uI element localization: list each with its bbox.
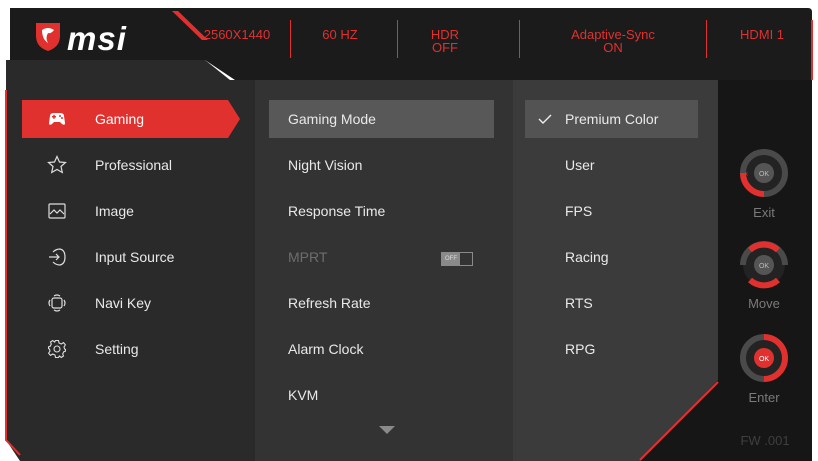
gamepad-icon xyxy=(49,113,65,125)
menu-item-navi-key[interactable]: Navi Key xyxy=(0,284,240,322)
ok-label: OK xyxy=(759,263,769,270)
menu-label: Gaming xyxy=(95,111,145,127)
mprt-toggle: OFF xyxy=(441,252,473,266)
header-divider xyxy=(290,20,291,58)
gaming-item-kvm[interactable]: KVM xyxy=(269,376,494,414)
mode-item-racing[interactable]: Racing xyxy=(525,238,698,276)
scroll-down-arrow-icon[interactable] xyxy=(378,425,396,435)
firmware-version: FW .001 xyxy=(740,433,790,448)
exit-joystick-icon: OK « xyxy=(740,149,788,197)
gaming-item-label: KVM xyxy=(288,387,319,403)
menu-item-gaming[interactable]: Gaming xyxy=(0,100,240,138)
menu-label: Input Source xyxy=(95,249,175,265)
mode-item-label: RPG xyxy=(565,341,596,357)
gaming-item-mprt: MPRT OFF xyxy=(269,238,494,276)
mprt-toggle-state: OFF xyxy=(442,253,460,265)
gear-icon xyxy=(47,339,67,359)
mode-item-label: User xyxy=(565,157,595,173)
msi-dragon-shield-icon xyxy=(36,23,60,51)
gaming-item-refresh-rate[interactable]: Refresh Rate xyxy=(269,284,494,322)
gaming-item-label: Response Time xyxy=(288,203,386,219)
mode-item-rpg[interactable]: RPG xyxy=(525,330,698,368)
gaming-item-response-time[interactable]: Response Time xyxy=(269,192,494,230)
mode-item-rts[interactable]: RTS xyxy=(525,284,698,322)
move-joystick-icon: OK xyxy=(740,241,788,289)
gaming-item-label: Night Vision xyxy=(288,157,363,173)
star-icon xyxy=(47,155,67,174)
refresh-info: 60 HZ xyxy=(322,27,358,42)
menu-item-input-source[interactable]: Input Source xyxy=(0,238,240,276)
ok-label: OK xyxy=(759,356,769,363)
menu-item-image[interactable]: Image xyxy=(0,192,240,230)
brand-logo-text: msi xyxy=(67,20,127,57)
gaming-item-alarm-clock[interactable]: Alarm Clock xyxy=(269,330,494,368)
gaming-item-label: Alarm Clock xyxy=(288,341,364,357)
menu-label: Setting xyxy=(95,341,139,357)
gaming-item-label: Refresh Rate xyxy=(288,295,371,311)
hdr-info: HDR OFF xyxy=(410,28,480,54)
menu-label: Professional xyxy=(95,157,173,173)
mode-item-label: Premium Color xyxy=(565,111,659,127)
mode-item-label: FPS xyxy=(565,203,593,219)
menu-item-setting[interactable]: Setting xyxy=(0,330,240,368)
move-label: Move xyxy=(748,296,780,311)
gaming-item-label: MPRT xyxy=(288,249,328,265)
gaming-item-label: Gaming Mode xyxy=(288,111,376,127)
hdr-value: OFF xyxy=(432,40,458,55)
resolution-info: 2560X1440 xyxy=(203,27,271,42)
osd-window: msi 2560X1440 60 HZ HDR OFF Adaptive-Syn… xyxy=(0,0,818,461)
header-divider xyxy=(397,20,398,58)
enter-joystick-icon: OK xyxy=(740,334,788,382)
mode-item-label: RTS xyxy=(565,295,593,311)
input-info: HDMI 1 xyxy=(739,27,785,42)
header-divider xyxy=(519,20,520,58)
image-icon xyxy=(48,203,66,219)
exit-label: Exit xyxy=(753,205,775,220)
navi-key-icon xyxy=(48,294,66,312)
menu-item-professional[interactable]: Professional xyxy=(0,146,240,184)
adaptive-sync-info: Adaptive-Sync ON xyxy=(548,28,678,54)
ok-label: OK xyxy=(759,171,769,178)
gaming-item-night-vision[interactable]: Night Vision xyxy=(269,146,494,184)
mode-item-label: Racing xyxy=(565,249,609,265)
menu-label: Image xyxy=(95,203,134,219)
header-divider xyxy=(706,20,707,58)
mode-item-fps[interactable]: FPS xyxy=(525,192,698,230)
menu-label: Navi Key xyxy=(95,295,152,311)
input-source-icon xyxy=(49,248,66,266)
mode-item-user[interactable]: User xyxy=(525,146,698,184)
gaming-item-gaming-mode[interactable]: Gaming Mode xyxy=(269,100,494,138)
check-icon xyxy=(538,114,552,124)
enter-label: Enter xyxy=(748,390,780,405)
adaptive-sync-value: ON xyxy=(603,40,623,55)
mode-item-premium-color[interactable]: Premium Color xyxy=(525,100,698,138)
svg-text:«: « xyxy=(744,169,749,178)
